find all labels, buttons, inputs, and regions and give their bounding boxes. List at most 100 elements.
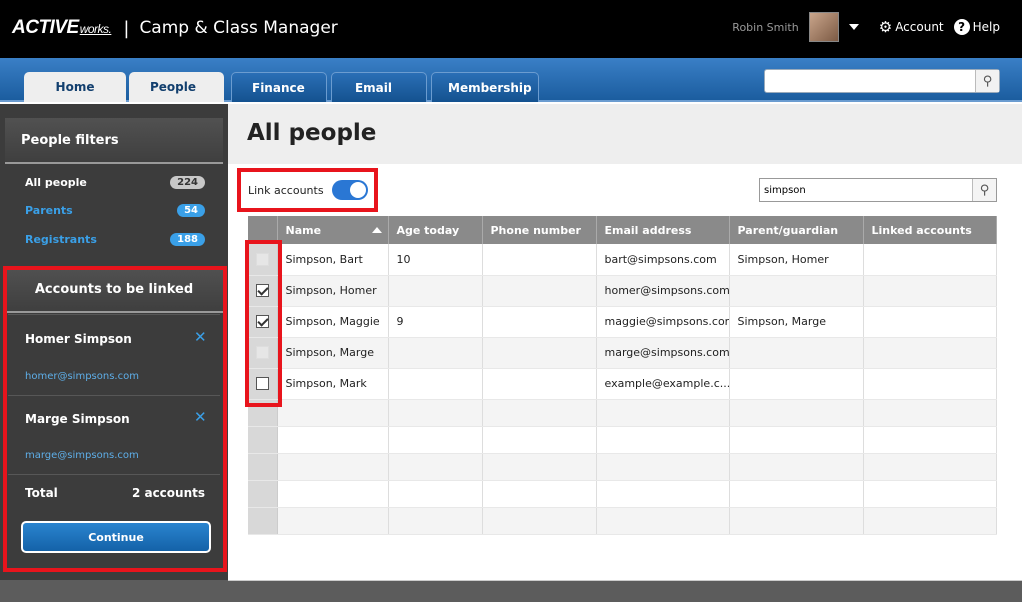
person-name-link[interactable]: Simpson, Homer xyxy=(277,275,389,307)
tab-label: Finance xyxy=(252,80,305,95)
linked-cell xyxy=(863,275,997,307)
sidebar-footer xyxy=(0,580,228,602)
phone-cell xyxy=(482,244,597,276)
empty-cell xyxy=(277,453,389,481)
table-header-row: Name Age today Phone number Email addres… xyxy=(248,216,997,244)
parent-link[interactable] xyxy=(729,337,864,369)
email-link[interactable]: example@example.c... xyxy=(596,368,730,400)
empty-cell xyxy=(388,399,483,427)
page-title: All people xyxy=(247,120,377,146)
help-link[interactable]: ? Help xyxy=(953,19,1000,35)
person-name-link[interactable]: Simpson, Bart xyxy=(277,244,389,276)
empty-cell xyxy=(482,507,597,535)
email-link[interactable]: bart@simpsons.com xyxy=(596,244,730,276)
page-header: All people xyxy=(228,104,1022,164)
table-row: Simpson, Marge marge@simpsons.com xyxy=(248,337,997,369)
empty-cell xyxy=(482,399,597,427)
tab-finance[interactable]: Finance xyxy=(231,72,327,102)
highlight-accounts-panel xyxy=(3,266,227,572)
parent-link[interactable] xyxy=(729,368,864,400)
email-link[interactable]: marge@simpsons.com xyxy=(596,337,730,369)
filter-count: 224 xyxy=(170,175,205,189)
parent-link[interactable] xyxy=(729,275,864,307)
tab-email[interactable]: Email xyxy=(331,72,427,102)
empty-cell xyxy=(482,426,597,454)
chevron-down-icon[interactable] xyxy=(848,24,859,30)
filter-registrants[interactable]: Registrants 188 xyxy=(25,228,205,250)
tab-label: People xyxy=(149,80,196,94)
empty-cell xyxy=(729,453,864,481)
row-checkbox-cell xyxy=(248,453,278,481)
empty-cell xyxy=(388,453,483,481)
column-header-name[interactable]: Name xyxy=(277,216,389,244)
person-name-link[interactable]: Simpson, Maggie xyxy=(277,306,389,338)
table-row: Simpson, Maggie 9 maggie@simpsons.com Si… xyxy=(248,306,997,338)
empty-cell xyxy=(863,399,997,427)
filter-label: Registrants xyxy=(25,232,97,246)
active-works-logo[interactable]: ACTIVEworks. xyxy=(12,17,112,39)
account-link[interactable]: ⚙ Account xyxy=(879,18,944,36)
tab-home[interactable]: Home xyxy=(24,72,126,102)
column-header-parent[interactable]: Parent/guardian xyxy=(729,216,864,244)
main-footer xyxy=(228,580,1022,602)
row-checkbox-cell xyxy=(248,480,278,508)
empty-row xyxy=(248,426,997,454)
table-row: Simpson, Mark example@example.c... xyxy=(248,368,997,400)
global-search[interactable]: ⚲ xyxy=(764,69,1000,93)
table-row: Simpson, Homer homer@simpsons.com xyxy=(248,275,997,307)
row-checkbox-cell xyxy=(248,507,278,535)
column-header-age[interactable]: Age today xyxy=(388,216,483,244)
empty-row xyxy=(248,453,997,481)
gear-icon: ⚙ xyxy=(878,18,893,36)
empty-cell xyxy=(277,426,389,454)
empty-cell xyxy=(596,453,730,481)
empty-cell xyxy=(729,399,864,427)
empty-cell xyxy=(277,399,389,427)
age-cell: 10 xyxy=(388,244,483,276)
filter-all-people[interactable]: All people 224 xyxy=(25,171,205,193)
empty-cell xyxy=(277,480,389,508)
filter-label: All people xyxy=(25,175,87,189)
linked-cell xyxy=(863,244,997,276)
email-link[interactable]: maggie@simpsons.com xyxy=(596,306,730,338)
tab-label: Home xyxy=(55,80,95,94)
tab-membership[interactable]: Membership xyxy=(431,72,539,102)
filter-parents[interactable]: Parents 54 xyxy=(25,199,205,221)
phone-cell xyxy=(482,368,597,400)
phone-cell xyxy=(482,275,597,307)
linked-cell xyxy=(863,368,997,400)
product-name: Camp & Class Manager xyxy=(139,18,338,38)
empty-cell xyxy=(388,507,483,535)
column-header-phone[interactable]: Phone number xyxy=(482,216,597,244)
username[interactable]: Robin Smith xyxy=(732,21,798,34)
email-link[interactable]: homer@simpsons.com xyxy=(596,275,730,307)
empty-cell xyxy=(863,480,997,508)
tab-people[interactable]: People xyxy=(129,72,224,102)
column-header-email[interactable]: Email address xyxy=(596,216,730,244)
sort-ascending-icon xyxy=(371,226,382,233)
filter-count: 54 xyxy=(177,203,205,217)
highlight-checkboxes xyxy=(245,240,282,407)
age-cell xyxy=(388,337,483,369)
tab-label: Membership xyxy=(448,80,532,95)
phone-cell xyxy=(482,337,597,369)
column-header-linked[interactable]: Linked accounts xyxy=(863,216,997,244)
parent-link[interactable]: Simpson, Homer xyxy=(729,244,864,276)
age-cell xyxy=(388,275,483,307)
person-name-link[interactable]: Simpson, Marge xyxy=(277,337,389,369)
table-search-input[interactable] xyxy=(760,179,960,201)
empty-cell xyxy=(729,426,864,454)
person-name-link[interactable]: Simpson, Mark xyxy=(277,368,389,400)
search-icon[interactable]: ⚲ xyxy=(975,70,999,92)
empty-cell xyxy=(596,399,730,427)
tab-label: Email xyxy=(354,80,392,95)
empty-cell xyxy=(863,426,997,454)
parent-link[interactable]: Simpson, Marge xyxy=(729,306,864,338)
empty-cell xyxy=(596,426,730,454)
search-icon[interactable]: ⚲ xyxy=(972,179,996,201)
filter-count: 188 xyxy=(170,232,205,246)
brand-separator: | xyxy=(123,17,130,39)
empty-row xyxy=(248,507,997,535)
help-label: Help xyxy=(972,20,1000,34)
avatar[interactable] xyxy=(808,12,839,42)
